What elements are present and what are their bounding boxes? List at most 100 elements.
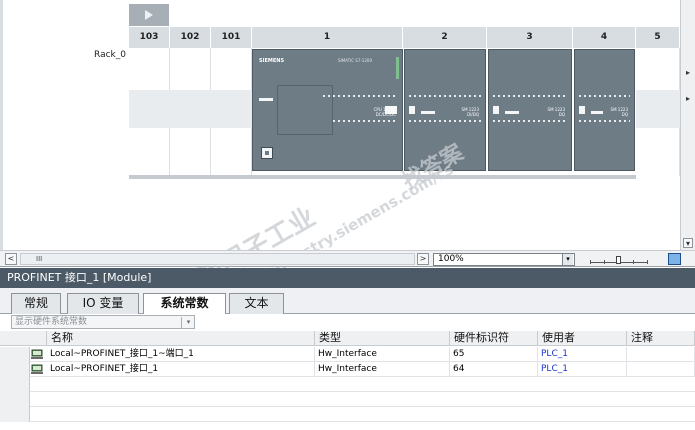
io-terminal-strip (493, 120, 567, 122)
column-header-name[interactable]: 名称 (47, 331, 315, 346)
slot-header-4: 4 (573, 27, 636, 48)
scroll-marker-icon[interactable]: ▸ (683, 94, 693, 104)
column-header-hw-id[interactable]: 硬件标识符 (450, 331, 538, 346)
rack-bottom-rail (129, 175, 636, 179)
io-terminal-strip (409, 120, 481, 122)
io-terminal-strip (323, 95, 398, 97)
scroll-grip[interactable]: III (36, 255, 42, 263)
io-terminal-strip (579, 120, 630, 122)
slider-tick (633, 260, 634, 264)
signal-module-4[interactable]: SM 1223 DQ (574, 49, 635, 171)
module-model: SIMATIC S7-1200 (338, 58, 372, 63)
slot-header-5: 5 (636, 27, 680, 48)
properties-panel-title: PROFINET 接口_1 [Module] (0, 268, 695, 288)
module-brand: SIEMENS (259, 58, 285, 64)
zoom-value: 100% (438, 254, 464, 264)
cell-name[interactable]: Local~PROFINET_接口_1 (47, 362, 315, 377)
slot-header-103: 103 (129, 27, 170, 48)
system-constants-table: 名称 类型 硬件标识符 使用者 注释 Local~PROFINET_接口_1~端… (0, 331, 695, 430)
io-terminal-strip (493, 95, 567, 97)
column-header-used-by[interactable]: 使用者 (538, 331, 627, 346)
rack-rail (129, 90, 252, 128)
properties-tabs: 常规 IO 变量 系统常数 文本 (0, 288, 695, 315)
slider-thumb[interactable] (616, 256, 621, 264)
scroll-right-button[interactable]: > (417, 253, 429, 265)
table-row-empty[interactable] (0, 377, 695, 392)
device-view-canvas[interactable]: 103 102 101 1 2 3 4 5 Rack_0 SIEMENS SIM… (0, 0, 680, 316)
signal-module-3[interactable]: SM 1223 DQ (488, 49, 572, 171)
tab-io-tags[interactable]: IO 变量 (67, 293, 139, 314)
label-block (421, 111, 435, 114)
scroll-right-icon[interactable]: ▸ (683, 68, 693, 78)
cell-hw-id[interactable]: 64 (450, 362, 538, 377)
row-header (0, 392, 30, 407)
row-header (0, 407, 30, 422)
scroll-left-button[interactable]: < (5, 253, 17, 265)
module-label: SM 1223 DI/DQ (461, 107, 479, 117)
tab-general[interactable]: 常规 (11, 293, 61, 314)
play-icon (145, 10, 153, 20)
view-toolbar: < III > 100% ▾ (0, 250, 695, 267)
tab-system-constants[interactable]: 系统常数 (143, 293, 226, 315)
scroll-down-icon[interactable]: ▾ (683, 238, 693, 248)
cell-type[interactable]: Hw_Interface (315, 362, 450, 377)
row-header[interactable] (0, 347, 30, 362)
expand-rack-button[interactable] (129, 4, 169, 26)
table-row-empty[interactable] (0, 407, 695, 422)
row-header (0, 377, 30, 392)
column-header-type[interactable]: 类型 (315, 331, 450, 346)
led-block (259, 98, 273, 101)
filter-row: 显示硬件系统常数 ▾ (0, 314, 695, 331)
table-row-empty[interactable] (0, 392, 695, 407)
label-block (591, 111, 603, 114)
zoom-dropdown-button[interactable]: ▾ (562, 254, 573, 265)
tab-texts[interactable]: 文本 (229, 293, 284, 314)
label-block (409, 106, 415, 114)
slot-header-1: 1 (252, 27, 403, 48)
slot-header-3: 3 (487, 27, 573, 48)
cell-used-by-link[interactable]: PLC_1 (538, 362, 627, 377)
module-label: SM 1223 DQ (610, 107, 628, 117)
module-label: CPU 1214C DC/DC/DC (373, 107, 396, 117)
cell-type[interactable]: Hw_Interface (315, 347, 450, 362)
rack-rail-right (636, 90, 680, 128)
slot-header-101: 101 (211, 27, 252, 48)
table-row[interactable]: Local~PROFINET_接口_1 Hw_Interface 64 PLC_… (0, 362, 695, 377)
zoom-slider[interactable] (590, 256, 648, 264)
cell-comment[interactable] (627, 347, 695, 362)
slider-tick (604, 260, 605, 264)
zoom-level-select[interactable]: 100% (433, 253, 575, 266)
status-led-bar (396, 57, 399, 79)
row-header[interactable] (0, 362, 30, 377)
io-terminal-strip (579, 95, 630, 97)
slot-header-102: 102 (170, 27, 211, 48)
left-border (0, 0, 3, 250)
vertical-scrollbar[interactable]: ▸ ▸ ▾ (680, 0, 695, 250)
cell-hw-id[interactable]: 65 (450, 347, 538, 362)
slot-header-2: 2 (403, 27, 487, 48)
label-block (579, 106, 585, 114)
overview-navigation-icon[interactable] (668, 253, 681, 265)
label-block (493, 106, 499, 114)
ethernet-port-icon (261, 147, 273, 159)
tia-portal-window: 103 102 101 1 2 3 4 5 Rack_0 SIEMENS SIM… (0, 0, 695, 430)
filter-dropdown-button[interactable]: ▾ (181, 317, 195, 328)
column-header-comment[interactable]: 注释 (627, 331, 695, 346)
cell-name[interactable]: Local~PROFINET_接口_1~端口_1 (47, 347, 315, 362)
signal-module-2[interactable]: SM 1223 DI/DQ (404, 49, 486, 171)
table-row[interactable]: Local~PROFINET_接口_1~端口_1 Hw_Interface 65… (0, 347, 695, 362)
slider-tick (647, 260, 648, 264)
label-block (505, 111, 519, 114)
rack-label: Rack_0 (94, 50, 126, 60)
io-terminal-strip (409, 95, 481, 97)
module-label: SM 1223 DQ (547, 107, 565, 117)
hw-interface-icon (31, 349, 43, 359)
cpu-cover (277, 85, 333, 135)
cell-used-by-link[interactable]: PLC_1 (538, 347, 627, 362)
horizontal-scroll-track[interactable] (20, 253, 415, 265)
hw-interface-icon (31, 364, 43, 374)
constants-filter-select[interactable]: 显示硬件系统常数 (11, 315, 195, 329)
table-corner (0, 331, 47, 346)
cpu-module[interactable]: SIEMENS SIMATIC S7-1200 CPU 1214C DC/DC/… (252, 49, 403, 171)
cell-comment[interactable] (627, 362, 695, 377)
